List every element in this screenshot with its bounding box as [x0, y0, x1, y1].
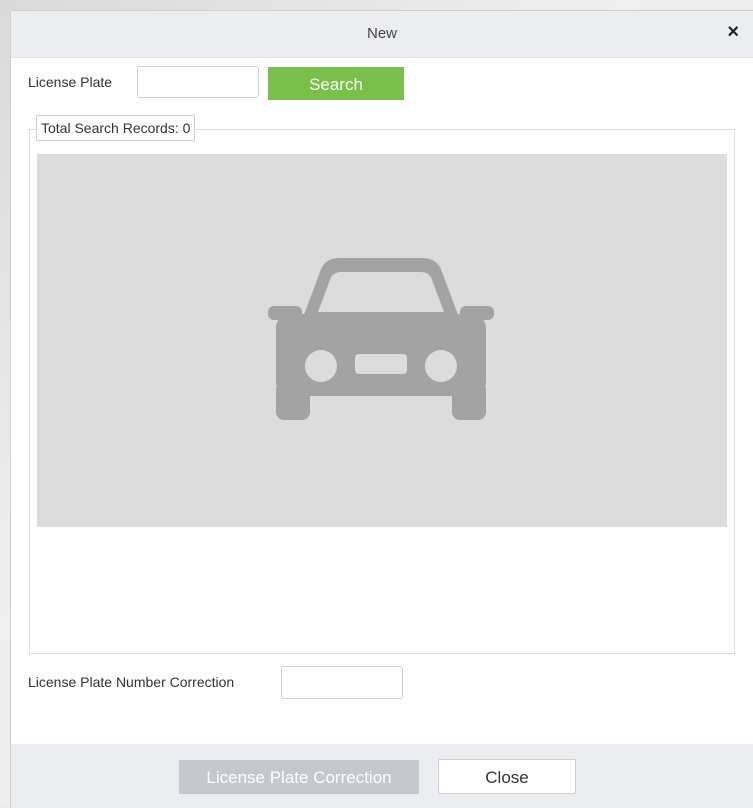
- vehicle-image-placeholder: [37, 154, 727, 527]
- search-button[interactable]: Search: [268, 67, 404, 100]
- license-plate-correction-button[interactable]: License Plate Correction: [179, 760, 419, 794]
- new-dialog: New × License Plate Search Total Search …: [10, 10, 753, 808]
- car-icon: [268, 258, 494, 420]
- close-icon[interactable]: ×: [727, 22, 739, 42]
- dialog-title: New: [366, 25, 397, 42]
- correction-label: License Plate Number Correction: [28, 674, 235, 690]
- correction-input[interactable]: [281, 666, 403, 699]
- close-button[interactable]: Close: [438, 759, 576, 794]
- dialog-titlebar: New ×: [11, 11, 753, 58]
- license-plate-input[interactable]: [137, 66, 259, 98]
- license-plate-label: License Plate: [28, 74, 113, 90]
- dialog-footer: License Plate Correction Close: [11, 744, 753, 808]
- total-records-legend: Total Search Records: 0: [36, 115, 196, 141]
